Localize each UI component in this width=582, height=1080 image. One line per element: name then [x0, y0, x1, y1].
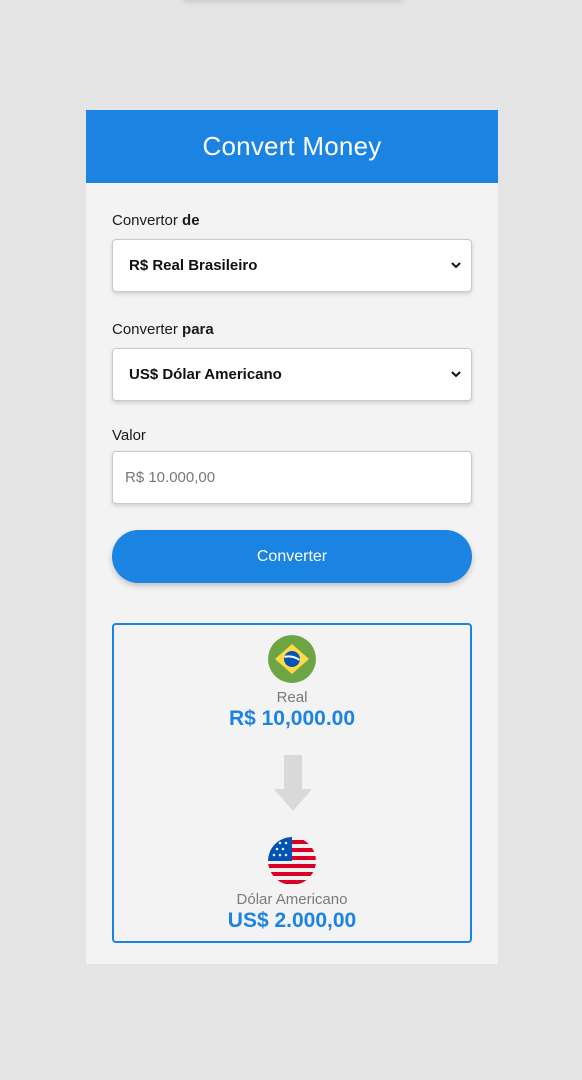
to-currency-select[interactable]: US$ Dólar Americano	[112, 348, 472, 401]
page-title: Convert Money	[202, 131, 382, 161]
from-currency-value: R$ Real Brasileiro	[129, 257, 258, 274]
target-currency-name: Dólar Americano	[236, 891, 348, 908]
to-label-bold: para	[182, 321, 214, 338]
card-header: Convert Money	[86, 110, 498, 183]
to-label-prefix: Converter	[112, 321, 183, 338]
converter-card: Convert Money Convertor de R$ Real Brasi…	[86, 110, 498, 964]
arrow-down-icon	[274, 755, 312, 811]
chevron-down-icon	[449, 259, 463, 273]
amount-label: Valor	[112, 427, 146, 444]
conversion-result: Real R$ 10,000.00 Dólar Americano US$ 2.…	[112, 623, 472, 943]
chevron-down-icon	[449, 368, 463, 382]
from-label-prefix: Convertor	[112, 212, 183, 229]
to-currency-value: US$ Dólar Americano	[129, 366, 282, 383]
to-currency-label: Converter para	[112, 321, 472, 341]
usa-flag-icon	[268, 837, 316, 885]
brazil-flag-icon	[268, 635, 316, 683]
convert-button[interactable]: Converter	[112, 530, 472, 583]
converter-form: Convertor de R$ Real Brasileiro Converte…	[86, 212, 498, 943]
source-currency-name: Real	[276, 689, 308, 706]
from-label-bold: de	[182, 212, 200, 229]
target-currency-value: US$ 2.000,00	[227, 909, 357, 932]
source-currency-value: R$ 10,000.00	[228, 707, 356, 730]
from-currency-label: Convertor de	[112, 212, 472, 232]
from-currency-select[interactable]: R$ Real Brasileiro	[112, 239, 472, 292]
amount-input[interactable]	[112, 451, 472, 504]
